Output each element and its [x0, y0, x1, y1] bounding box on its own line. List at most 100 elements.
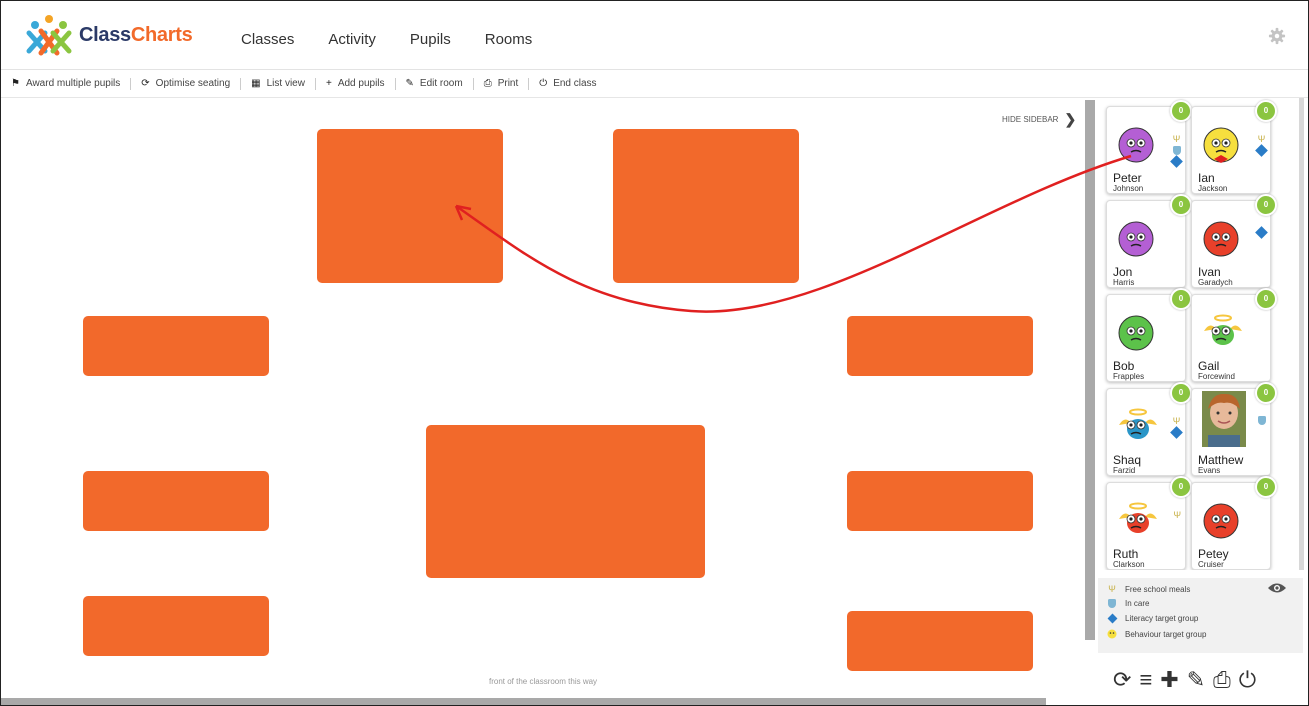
desk-right-1[interactable]	[847, 316, 1033, 376]
pupil-first-name: Jon	[1113, 265, 1133, 279]
pupil-avatar-icon	[1115, 403, 1161, 452]
points-badge[interactable]: 0	[1170, 382, 1192, 404]
plus-icon: +	[325, 78, 332, 89]
classcharts-window: ClassCharts Classes Activity Pupils Room…	[0, 0, 1309, 706]
hide-sidebar-button[interactable]: HIDE SIDEBAR ❯	[1002, 111, 1076, 128]
points-badge[interactable]: 0	[1255, 100, 1277, 122]
nav-rooms[interactable]: Rooms	[485, 31, 533, 48]
pupil-status-icons: Ψ	[1170, 416, 1183, 439]
shield-icon	[1107, 599, 1117, 608]
desk-left-1[interactable]	[83, 316, 269, 376]
nav-classes[interactable]: Classes	[241, 31, 294, 48]
pupil-avatar-icon	[1200, 121, 1246, 170]
toolbar-label: Optimise seating	[155, 78, 231, 89]
points-badge[interactable]: 0	[1255, 476, 1277, 498]
front-of-classroom-label: front of the classroom this way	[489, 677, 598, 686]
desk-right-2[interactable]	[847, 471, 1033, 531]
toolbar-label: Edit room	[419, 78, 463, 89]
points-badge[interactable]: 0	[1170, 476, 1192, 498]
pupil-avatar-icon	[1115, 309, 1161, 358]
pupil-last-name: Frapples	[1113, 372, 1145, 381]
hide-sidebar-label: HIDE SIDEBAR	[1002, 115, 1059, 124]
shield-icon	[1258, 416, 1266, 425]
pupil-first-name: Bob	[1113, 359, 1135, 373]
top-header: ClassCharts Classes Activity Pupils Room…	[1, 1, 1308, 70]
toolbar-add-pupils-button[interactable]: + Add pupils	[316, 77, 396, 90]
print-icon: ⎙	[483, 78, 492, 89]
classcharts-logo[interactable]: ClassCharts	[25, 13, 193, 57]
pupil-photo	[1202, 391, 1246, 452]
toolbar-label: List view	[266, 78, 305, 89]
sidebar-scrollbar[interactable]	[1299, 98, 1304, 570]
points-badge[interactable]: 0	[1170, 288, 1192, 310]
points-badge[interactable]: 0	[1255, 288, 1277, 310]
legend-literacy-target: Literacy target group	[1107, 613, 1198, 624]
legend-behaviour-target: Behaviour target group	[1107, 629, 1206, 639]
pupil-status-icons: Ψ	[1170, 134, 1183, 168]
pupil-first-name: Peter	[1113, 171, 1142, 185]
pupil-first-name: Ruth	[1113, 547, 1139, 561]
pupil-first-name: Ivan	[1198, 265, 1221, 279]
pupil-last-name: Harris	[1113, 278, 1135, 287]
print-icon[interactable]: ⎙	[1213, 667, 1231, 693]
pupil-first-name: Shaq	[1113, 453, 1142, 467]
pupil-first-name: Petey	[1198, 547, 1229, 561]
sidebar-divider-scrollbar[interactable]	[1085, 100, 1095, 640]
toolbar-end-class-button[interactable]: ⏻ End class	[529, 78, 606, 90]
edit-pencil-icon[interactable]: ✎	[1187, 667, 1205, 693]
list-icon[interactable]: ≡	[1139, 667, 1152, 693]
legend-label: Free school meals	[1125, 584, 1191, 594]
points-badge[interactable]: 0	[1170, 100, 1192, 122]
pupil-avatar-icon	[1200, 309, 1246, 358]
add-icon[interactable]: ✚	[1160, 667, 1178, 693]
toolbar-label: Add pupils	[337, 78, 385, 89]
pupil-last-name: Jackson	[1198, 184, 1228, 193]
pupil-last-name: Johnson	[1113, 184, 1144, 193]
desk-left-3[interactable]	[83, 596, 269, 656]
desk-top-left[interactable]	[317, 129, 503, 283]
settings-gear-icon[interactable]	[1268, 27, 1286, 45]
pupil-avatar-icon	[1115, 121, 1161, 170]
points-badge[interactable]: 0	[1255, 382, 1277, 404]
legend-label: Behaviour target group	[1125, 629, 1207, 639]
power-icon: ⏻	[539, 78, 548, 89]
optimise-icon: ⟳	[141, 78, 150, 89]
fork-icon: Ψ	[1172, 134, 1181, 144]
list-view-icon: ▦	[251, 78, 261, 89]
logo-text-charts: Charts	[130, 23, 193, 46]
nav-pupils[interactable]: Pupils	[410, 31, 451, 48]
fork-icon: Ψ	[1173, 510, 1181, 520]
pupil-status-icons	[1255, 226, 1268, 239]
pupil-avatar-icon	[1115, 215, 1161, 264]
pupil-last-name: Evans	[1198, 466, 1221, 475]
toolbar-print-button[interactable]: ⎙ Print	[474, 77, 530, 90]
points-badge[interactable]: 0	[1255, 194, 1277, 216]
eye-icon[interactable]	[1267, 582, 1287, 594]
horizontal-scrollbar[interactable]	[1, 698, 1046, 705]
toolbar-label: Print	[497, 78, 519, 89]
desk-top-right[interactable]	[613, 129, 799, 283]
nav-activity[interactable]: Activity	[328, 31, 376, 48]
pupil-last-name: Farzid	[1113, 466, 1136, 475]
legend-in-care: In care	[1107, 599, 1149, 608]
toolbar-edit-room-button[interactable]: ✎ Edit room	[396, 77, 474, 90]
desk-center[interactable]	[426, 425, 705, 578]
desk-left-2[interactable]	[83, 471, 269, 531]
fork-icon: Ψ	[1172, 416, 1181, 426]
classroom-layout	[1, 98, 1083, 696]
points-badge[interactable]: 0	[1170, 194, 1192, 216]
pupil-sidebar: Ψ Peter Johnson 0 Ψ Ian Jackson 0 Jon Harris 0 Ivan…	[1098, 98, 1298, 570]
toolbar-list-view-button[interactable]: ▦ List view	[241, 77, 316, 90]
classroom-toolbar: ⚑ Award multiple pupils ⟳ Optimise seating ▦…	[1, 70, 1308, 98]
toolbar-award-multiple-pupils-button[interactable]: ⚑ Award multiple pupils	[1, 77, 132, 90]
toolbar-optimise-seating-button[interactable]: ⟳ Optimise seating	[131, 77, 242, 90]
refresh-icon[interactable]: ⟳	[1113, 667, 1131, 693]
pupil-avatar-icon	[1200, 215, 1246, 264]
desk-right-3[interactable]	[847, 611, 1033, 671]
pupil-avatar-icon	[1200, 497, 1246, 546]
book-icon	[1170, 426, 1183, 439]
smiley-icon	[1107, 629, 1117, 639]
pupil-avatar-icon	[1115, 497, 1161, 546]
power-icon[interactable]: ⏻	[1239, 667, 1256, 693]
shield-icon	[1172, 146, 1181, 155]
